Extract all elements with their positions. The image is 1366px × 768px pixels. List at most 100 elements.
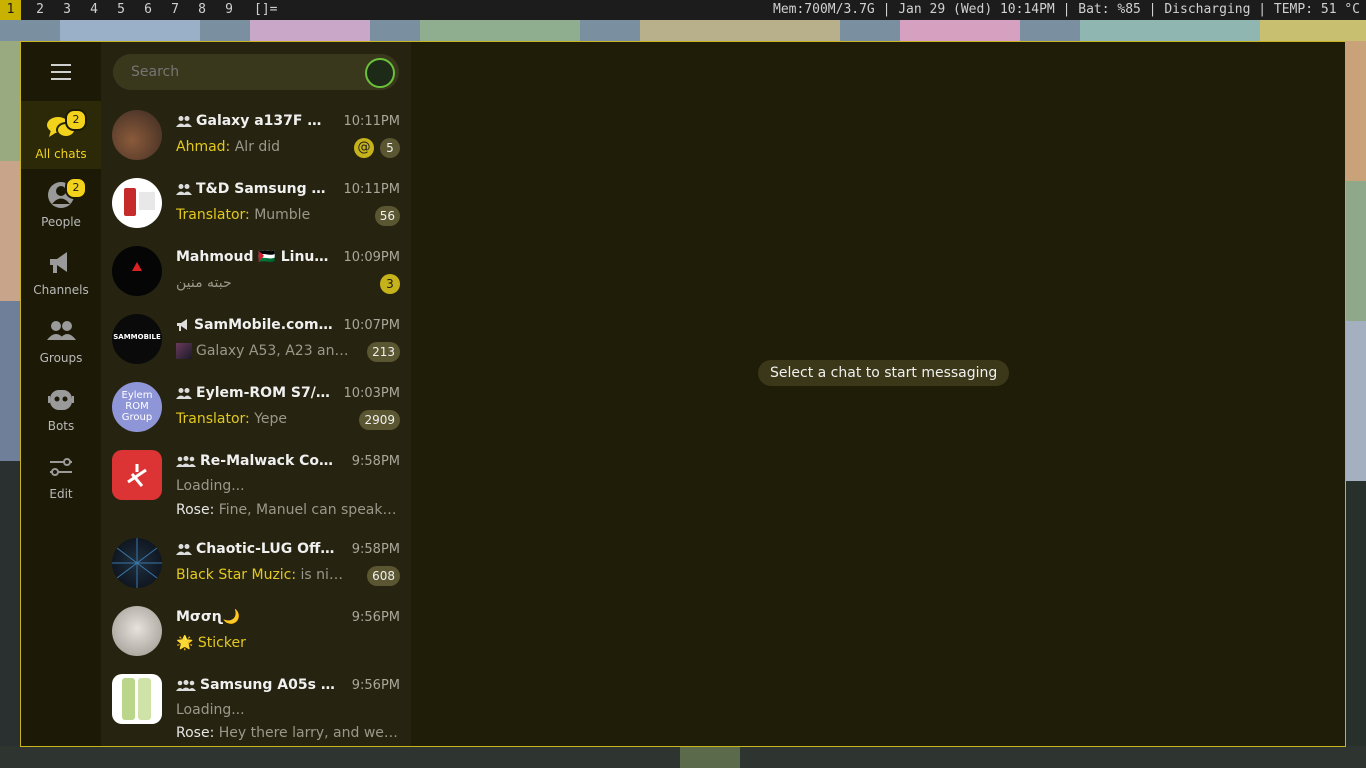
chat-row[interactable]: Galaxy a137F 🇵🇸... 10:11PM Ahmad: Alr di…: [101, 101, 411, 169]
folder-label: Channels: [33, 283, 89, 297]
conversation-area: Select a chat to start messaging: [411, 42, 1345, 746]
unread-badge: 608: [367, 566, 400, 586]
chat-row[interactable]: Chaotic-LUG Offtopi... 9:58PM Black Star…: [101, 529, 411, 597]
folder-all-chats[interactable]: 2 All chats: [21, 101, 101, 169]
workspace-3[interactable]: 3: [57, 0, 77, 20]
topic-title: Loading...: [176, 702, 245, 718]
story-avatar-icon[interactable]: [365, 58, 395, 88]
workspace-6[interactable]: 6: [138, 0, 158, 20]
network-logo-icon: [112, 538, 162, 588]
menu-icon[interactable]: [51, 64, 71, 80]
workspace-2[interactable]: 2: [30, 0, 50, 20]
chat-title: Eylem-ROM S7/S7E...: [176, 385, 336, 401]
workspace-9[interactable]: 9: [219, 0, 239, 20]
chat-avatar: SAMMOBILE: [112, 314, 162, 364]
chat-time: 10:03PM: [343, 386, 400, 401]
folder-people[interactable]: 2 People: [21, 169, 101, 237]
chat-avatar: [112, 110, 162, 160]
chat-preview: Galaxy A53, A23 and m...: [176, 343, 351, 359]
chat-avatar: [112, 538, 162, 588]
chat-avatar: Eylem ROM Group: [112, 382, 162, 432]
empty-state-hint: Select a chat to start messaging: [758, 360, 1010, 386]
chat-time: 9:58PM: [351, 542, 400, 557]
chat-row[interactable]: Mahmoud 🇵🇸 Linux u... 10:09PM حبته منين …: [101, 237, 411, 305]
layout-indicator[interactable]: []=: [254, 0, 277, 20]
unread-badge: 5: [380, 138, 400, 158]
avatar-logo-text: Eylem ROM Group: [121, 390, 153, 423]
group-icon: [176, 544, 192, 555]
malware-logo-icon: [127, 464, 147, 487]
chat-title: Galaxy a137F 🇵🇸...: [176, 113, 336, 129]
chat-avatar: [112, 674, 162, 724]
unread-badge: 2909: [359, 410, 400, 430]
unread-badge: 3: [380, 274, 400, 294]
chat-row[interactable]: T&D Samsung Gal... 10:11PM Translator: M…: [101, 169, 411, 237]
megaphone-icon: [177, 319, 187, 331]
chat-time: 10:07PM: [343, 318, 400, 333]
folder-channels[interactable]: Channels: [21, 237, 101, 305]
chat-avatar: [112, 450, 162, 500]
chat-preview: Translator: Mumble: [176, 207, 311, 223]
chat-time: 10:11PM: [343, 114, 400, 129]
group-icon: [47, 321, 76, 340]
telegram-window: 2 All chats 2 People Channels Groups Bot…: [20, 41, 1346, 747]
forum-icon: [176, 456, 196, 467]
workspace-7[interactable]: 7: [165, 0, 185, 20]
forum-icon: [176, 680, 196, 691]
system-status-text: Mem:700M/3.7G | Jan 29 (Wed) 10:14PM | B…: [773, 2, 1360, 17]
chat-preview: Black Star Muzic: is nix zed...: [176, 567, 351, 583]
chat-preview: Translator: Yepe: [176, 411, 288, 427]
media-thumbnail: [176, 343, 192, 359]
megaphone-icon: [50, 252, 67, 273]
group-icon: [176, 116, 192, 127]
system-status-bar: 1 2 3 4 5 6 7 8 9 []= Mem:700M/3.7G | Ja…: [0, 0, 1366, 20]
chat-preview: 🌟 Sticker: [176, 635, 246, 651]
workspace-8[interactable]: 8: [192, 0, 212, 20]
folder-groups[interactable]: Groups: [21, 305, 101, 373]
workspace-4[interactable]: 4: [84, 0, 104, 20]
chat-time: 9:56PM: [351, 678, 400, 693]
avatar-logo-text: SAMMOBILE: [113, 333, 161, 341]
bot-icon: [48, 390, 74, 410]
chat-title: T&D Samsung Gal...: [176, 181, 336, 197]
unread-badge: 2: [65, 109, 87, 131]
chat-row[interactable]: Re-Malwack Comm... 9:58PM Loading... Ros…: [101, 441, 411, 529]
chat-preview: Rose: Hey there larry, and welco...: [176, 725, 400, 741]
chat-title: Re-Malwack Comm...: [176, 453, 336, 469]
chat-title: Mahmoud 🇵🇸 Linux u...: [176, 249, 336, 265]
chat-avatar: [112, 606, 162, 656]
unread-badge: 213: [367, 342, 400, 362]
folder-label: Groups: [39, 351, 83, 365]
chat-row[interactable]: SAMMOBILE SamMobile.com - S... 10:07PM G…: [101, 305, 411, 373]
mention-badge: @: [354, 138, 374, 158]
filter-edit-icon: [50, 458, 72, 476]
chat-preview: حبته منين: [176, 275, 232, 291]
unread-badge: 2: [65, 177, 87, 199]
chat-time: 10:09PM: [343, 250, 400, 265]
chat-time: 10:11PM: [343, 182, 400, 197]
group-icon: [176, 388, 192, 399]
folder-edit[interactable]: Edit: [21, 441, 101, 509]
chat-preview: Rose: Fine, Manuel can speak ag...: [176, 502, 400, 518]
chat-row[interactable]: Μσσɳ🌙 9:56PM 🌟 Sticker: [101, 597, 411, 665]
folder-label: Edit: [49, 487, 73, 501]
search-input[interactable]: [131, 54, 351, 90]
folder-label: People: [41, 215, 81, 229]
chat-preview: Ahmad: Alr did: [176, 139, 281, 155]
chat-avatar: [112, 246, 162, 296]
chat-row[interactable]: Eylem ROM Group Eylem-ROM S7/S7E... 10:0…: [101, 373, 411, 441]
chat-list-panel: Galaxy a137F 🇵🇸... 10:11PM Ahmad: Alr di…: [101, 42, 411, 746]
chat-title: Chaotic-LUG Offtopi...: [176, 541, 336, 557]
folder-sidebar: 2 All chats 2 People Channels Groups Bot…: [21, 42, 101, 746]
folder-bots[interactable]: Bots: [21, 373, 101, 441]
chat-avatar: [112, 178, 162, 228]
folder-label: Bots: [47, 419, 75, 433]
topic-title: Loading...: [176, 478, 245, 494]
unread-badge: 56: [374, 206, 400, 226]
workspace-5[interactable]: 5: [111, 0, 131, 20]
group-icon: [176, 184, 192, 195]
search-box: [113, 54, 399, 90]
workspace-1[interactable]: 1: [0, 0, 21, 20]
chat-row[interactable]: Samsung A05s Indo... 9:56PM Loading... R…: [101, 665, 411, 746]
chat-title: SamMobile.com - S...: [176, 317, 336, 333]
